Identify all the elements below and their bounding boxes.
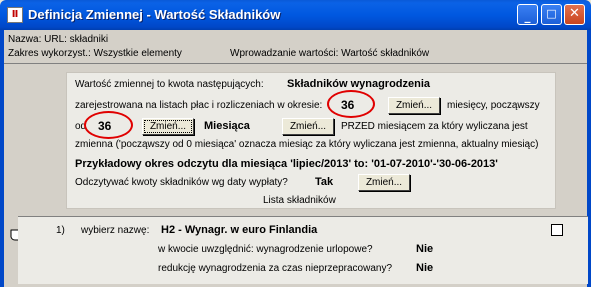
offset-note-text: zmienna ('począwszy od 0 miesiąca' oznac… <box>75 139 539 150</box>
unworked-time-answer[interactable]: Nie <box>416 262 433 274</box>
example-period-text: Przykładowy okres odczytu dla miesiąca '… <box>75 158 498 170</box>
start-suffix-text: PRZED miesiącem za który wyliczana jest <box>341 121 528 132</box>
payout-date-answer: Tak <box>315 176 334 188</box>
start-unit-label: Miesiąca <box>204 120 250 132</box>
value-definition-card: Wartość zmiennej to kwota następujących:… <box>66 72 556 209</box>
value-intro-text: Wartość zmiennej to kwota następujących: <box>75 79 264 90</box>
component-item-card: 1) wybierz nazwę: H2 - Wynagr. w euro Fi… <box>18 216 588 284</box>
main-content: Wartość zmiennej to kwota następujących:… <box>4 64 588 287</box>
value-source-type: Składników wynagrodzenia <box>287 78 431 90</box>
change-payout-date-button[interactable]: Zmień... <box>358 174 410 191</box>
window-title: Definicja Zmiennej - Wartość Składników <box>28 7 281 22</box>
app-icon: Ⅱ <box>7 7 23 23</box>
change-period-button[interactable]: Zmień... <box>388 97 440 114</box>
close-button[interactable]: ✕ <box>564 4 585 25</box>
component-name[interactable]: H2 - Wynagr. w euro Finlandia <box>161 224 317 236</box>
holiday-pay-question: w kwocie uwzględnić: wynagrodzenie urlop… <box>158 244 373 255</box>
variable-name-label: Nazwa: URL: składniki <box>8 34 109 45</box>
choose-name-label: wybierz nazwę: <box>81 225 150 236</box>
holiday-pay-answer[interactable]: Nie <box>416 243 433 255</box>
minimize-button[interactable]: _ <box>517 4 538 25</box>
maximize-button[interactable]: □ <box>541 4 562 25</box>
usage-scope-label: Zakres wykorzyst.: Wszystkie elementy <box>8 48 182 59</box>
payout-date-question: Odczytywać kwoty składników wg daty wypł… <box>75 177 288 188</box>
change-start-unit-button[interactable]: Zmień... <box>282 118 334 135</box>
input-mode-label: Wprowadzanie wartości: Wartość składnikó… <box>230 48 430 59</box>
title-bar[interactable]: Ⅱ Definicja Zmiennej - Wartość Składnikó… <box>0 0 591 30</box>
item-number: 1) <box>56 225 65 236</box>
highlight-circle-months <box>327 90 375 118</box>
components-list-label: Lista składników <box>263 195 336 206</box>
period-suffix-text: miesięcy, począwszy <box>447 100 540 111</box>
period-label: zarejestrowana na listach płac i rozlicz… <box>75 100 323 111</box>
variable-info-panel: Nazwa: URL: składniki Zakres wykorzyst.:… <box>4 30 587 64</box>
unworked-time-question: redukcję wynagrodzenia za czas nieprzepr… <box>158 263 393 274</box>
change-start-offset-button[interactable]: Zmień... <box>142 118 194 135</box>
component-checkbox[interactable] <box>551 224 563 236</box>
highlight-circle-offset <box>84 111 133 139</box>
